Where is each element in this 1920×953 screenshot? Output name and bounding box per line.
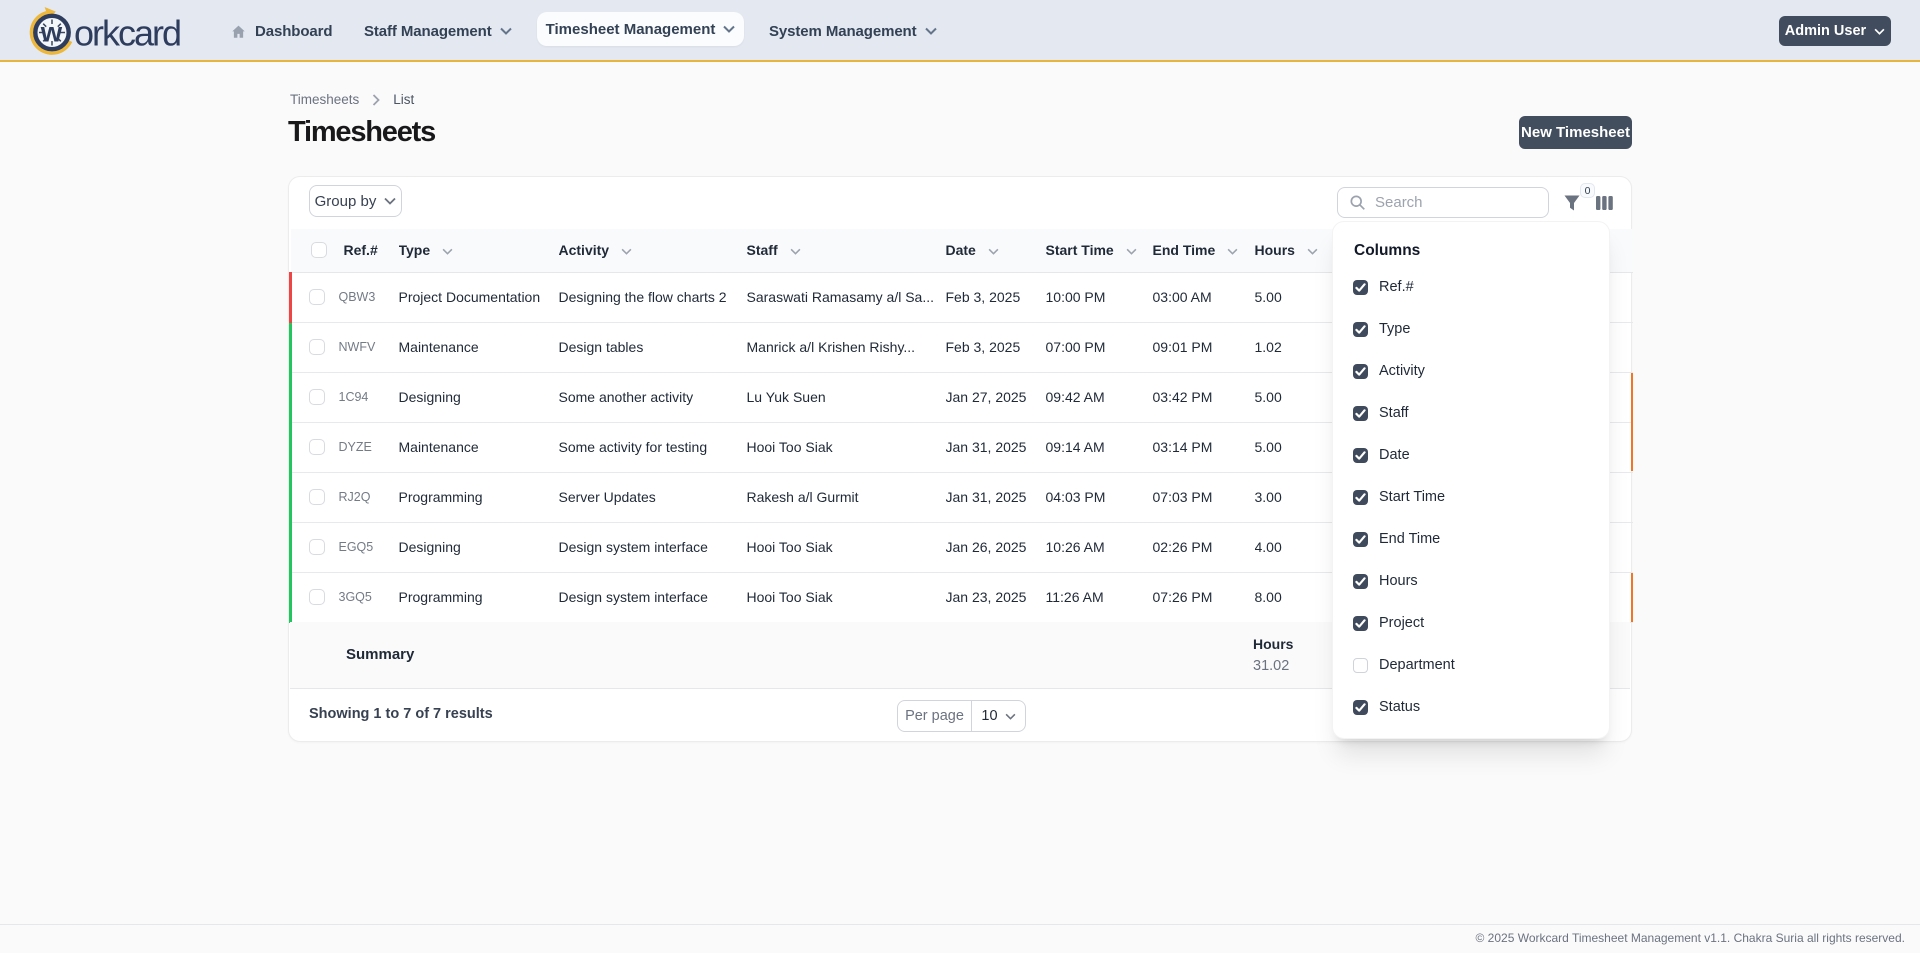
- svg-text:orkcard: orkcard: [74, 13, 180, 54]
- svg-text:w: w: [40, 17, 63, 48]
